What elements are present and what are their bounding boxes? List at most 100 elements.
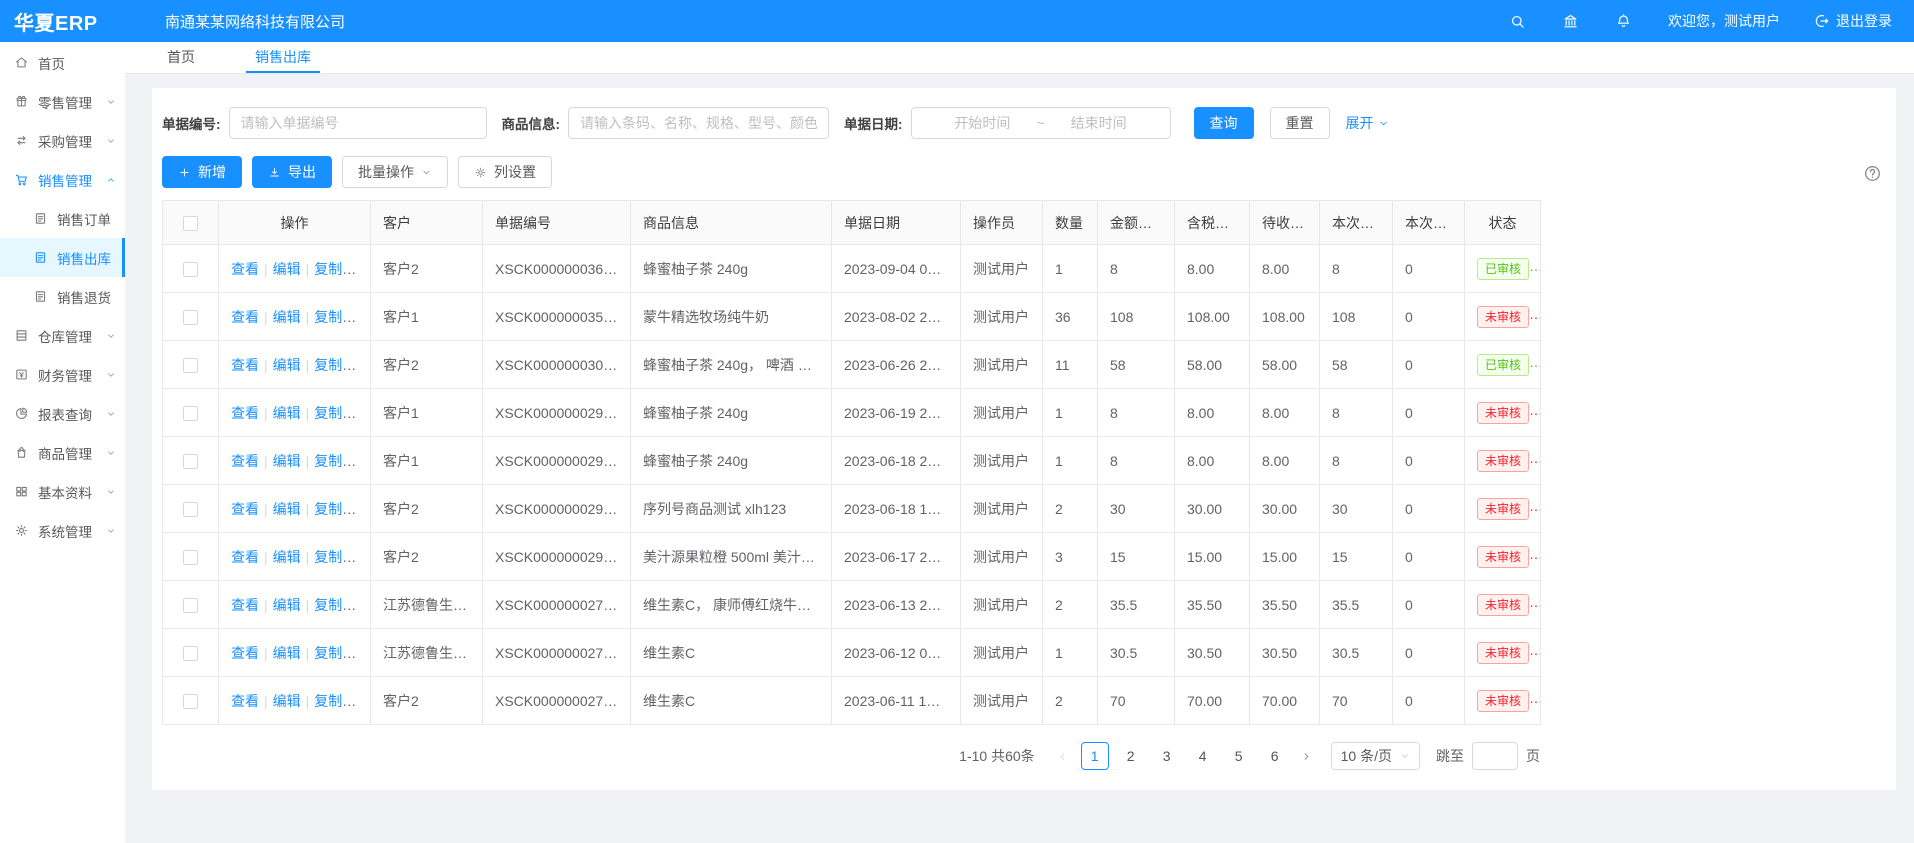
row-action-delete[interactable]: 删除 [356, 693, 371, 709]
row-action-view[interactable]: 查看 [231, 645, 259, 661]
date-separator: ~ [1036, 115, 1044, 131]
sidebar-item-warehouse[interactable]: 仓库管理 [0, 316, 125, 355]
row-action-copy[interactable]: 复制 [314, 405, 356, 421]
row-action-view[interactable]: 查看 [231, 693, 259, 709]
expand-link[interactable]: 展开 [1346, 113, 1389, 133]
cell-operator: 测试用户 [961, 677, 1043, 725]
page-number-4[interactable]: 4 [1189, 742, 1217, 770]
row-action-view[interactable]: 查看 [231, 261, 259, 277]
row-action-view[interactable]: 查看 [231, 453, 259, 469]
tab-home[interactable]: 首页 [158, 42, 204, 73]
reset-button[interactable]: 重置 [1270, 107, 1330, 139]
product-info-input[interactable] [568, 107, 829, 139]
row-action-delete[interactable]: 删除 [356, 357, 371, 373]
next-page-button[interactable] [1293, 742, 1321, 770]
row-action-view[interactable]: 查看 [231, 309, 259, 325]
sidebar-subitem-sale-outbound[interactable]: 销售出库 [0, 238, 125, 277]
row-action-copy[interactable]: 复制 [314, 693, 356, 709]
row-action-edit[interactable]: 编辑 [273, 549, 301, 565]
page-size-select[interactable]: 10 条/页 [1331, 742, 1420, 770]
page-number-3[interactable]: 3 [1153, 742, 1181, 770]
row-action-delete[interactable]: 删除 [356, 405, 371, 421]
row-action-delete[interactable]: 删除 [356, 309, 371, 325]
sidebar-item-finance[interactable]: 财务管理 [0, 355, 125, 394]
row-checkbox[interactable] [183, 646, 198, 661]
row-checkbox[interactable] [183, 550, 198, 565]
sidebar-item-report[interactable]: 报表查询 [0, 394, 125, 433]
help-icon[interactable] [1863, 164, 1882, 183]
row-checkbox[interactable] [183, 310, 198, 325]
row-action-copy[interactable]: 复制 [314, 597, 356, 613]
row-action-edit[interactable]: 编辑 [273, 453, 301, 469]
column-settings-button[interactable]: 列设置 [458, 156, 552, 188]
row-action-copy[interactable]: 复制 [314, 549, 356, 565]
row-action-view[interactable]: 查看 [231, 597, 259, 613]
row-action-delete[interactable]: 删除 [356, 501, 371, 517]
row-action-copy[interactable]: 复制 [314, 645, 356, 661]
row-action-copy[interactable]: 复制 [314, 501, 356, 517]
sidebar-item-home[interactable]: 首页 [0, 43, 125, 82]
sidebar-item-label: 销售管理 [38, 170, 92, 190]
search-icon[interactable] [1509, 13, 1526, 30]
row-action-edit[interactable]: 编辑 [273, 645, 301, 661]
sidebar-item-basic-data[interactable]: 基本资料 [0, 472, 125, 511]
page-number-2[interactable]: 2 [1117, 742, 1145, 770]
row-action-edit[interactable]: 编辑 [273, 597, 301, 613]
bill-no-input[interactable] [229, 107, 487, 139]
prev-page-button[interactable] [1049, 742, 1077, 770]
row-action-view[interactable]: 查看 [231, 549, 259, 565]
search-button[interactable]: 查询 [1194, 107, 1254, 139]
row-action-delete[interactable]: 删除 [356, 453, 371, 469]
bell-icon[interactable] [1615, 13, 1632, 30]
row-checkbox[interactable] [183, 406, 198, 421]
row-action-copy[interactable]: 复制 [314, 453, 356, 469]
jump-to-input[interactable] [1472, 742, 1518, 770]
sidebar-item-sale[interactable]: 销售管理 [0, 160, 125, 199]
row-action-delete[interactable]: 删除 [356, 645, 371, 661]
row-action-copy[interactable]: 复制 [314, 309, 356, 325]
select-all-checkbox[interactable] [183, 216, 198, 231]
cell-total: 70 [1098, 677, 1175, 725]
row-action-copy[interactable]: 复制 [314, 261, 356, 277]
row-action-edit[interactable]: 编辑 [273, 501, 301, 517]
export-button[interactable]: 导出 [252, 156, 332, 188]
row-action-edit[interactable]: 编辑 [273, 405, 301, 421]
row-action-edit[interactable]: 编辑 [273, 309, 301, 325]
status-badge: 未审核 [1477, 402, 1529, 424]
sidebar-item-system[interactable]: 系统管理 [0, 511, 125, 550]
row-action-delete[interactable]: 删除 [356, 261, 371, 277]
sidebar-subitem-sale-order[interactable]: 销售订单 [0, 199, 125, 238]
row-action-view[interactable]: 查看 [231, 501, 259, 517]
add-button[interactable]: 新增 [162, 156, 242, 188]
row-action-delete[interactable]: 删除 [356, 549, 371, 565]
batch-actions-button[interactable]: 批量操作 [342, 156, 448, 188]
row-checkbox[interactable] [183, 694, 198, 709]
row-checkbox[interactable] [183, 502, 198, 517]
row-action-view[interactable]: 查看 [231, 357, 259, 373]
page-number-5[interactable]: 5 [1225, 742, 1253, 770]
row-action-edit[interactable]: 编辑 [273, 693, 301, 709]
sidebar-item-retail[interactable]: 零售管理 [0, 82, 125, 121]
sidebar-item-product[interactable]: 商品管理 [0, 433, 125, 472]
action-separator: | [306, 357, 310, 373]
column-header: 状态 [1465, 201, 1541, 245]
row-action-edit[interactable]: 编辑 [273, 261, 301, 277]
row-action-copy[interactable]: 复制 [314, 357, 356, 373]
row-action-edit[interactable]: 编辑 [273, 357, 301, 373]
page-number-1[interactable]: 1 [1081, 742, 1109, 770]
row-checkbox[interactable] [183, 454, 198, 469]
tab-sale-outbound[interactable]: 销售出库 [246, 42, 320, 73]
logout-button[interactable]: 退出登录 [1814, 11, 1892, 31]
row-action-delete[interactable]: 删除 [356, 597, 371, 613]
row-checkbox[interactable] [183, 598, 198, 613]
row-action-view[interactable]: 查看 [231, 405, 259, 421]
sidebar-subitem-sale-return[interactable]: 销售退货 [0, 277, 125, 316]
row-checkbox[interactable] [183, 358, 198, 373]
cell-received: 15 [1320, 533, 1393, 581]
row-checkbox[interactable] [183, 262, 198, 277]
date-range-picker[interactable]: 开始时间 ~ 结束时间 [911, 107, 1171, 139]
bank-icon[interactable] [1562, 13, 1579, 30]
page-number-6[interactable]: 6 [1261, 742, 1289, 770]
sidebar-item-purchase[interactable]: 采购管理 [0, 121, 125, 160]
row-checkbox-cell [163, 485, 219, 533]
